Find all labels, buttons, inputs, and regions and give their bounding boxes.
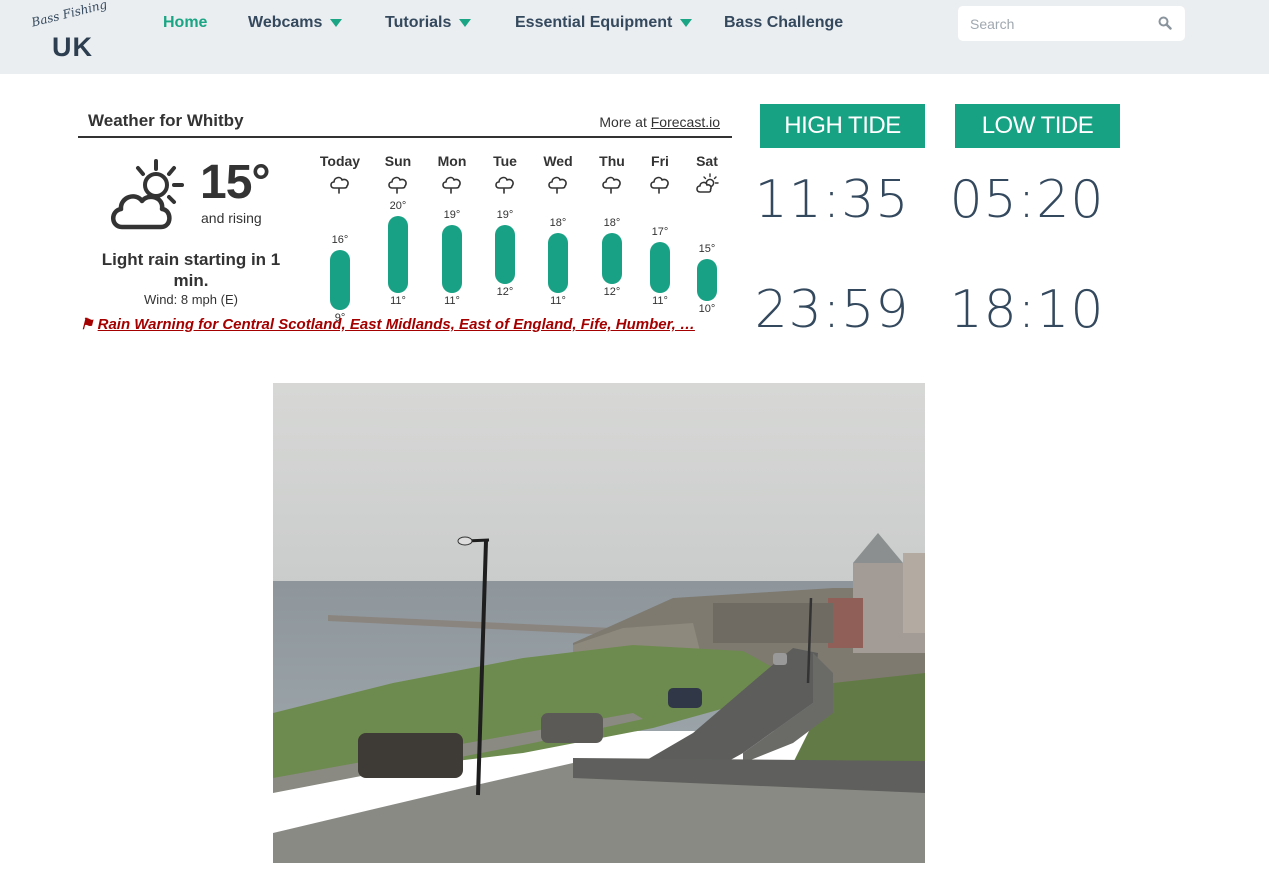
current-summary: Light rain starting in 1 min. — [101, 250, 281, 290]
high-tide-time: 11:35 — [754, 170, 910, 230]
chevron-down-icon — [330, 18, 343, 27]
current-wind: Wind: 8 mph (E) — [144, 292, 238, 307]
forecast-day: Today 16° 9° — [318, 151, 362, 324]
nav-bass-challenge-label: Bass Challenge — [724, 14, 844, 31]
forecast-high-temp: 15° — [698, 242, 716, 255]
forecast-day-name: Sun — [384, 153, 412, 169]
forecast-low-temp: 10° — [698, 303, 716, 316]
forecast-day-name: Sat — [696, 153, 718, 169]
forecast-low-temp: 11° — [444, 294, 460, 307]
forecast-high-temp: 18° — [549, 217, 567, 230]
rain-icon — [548, 176, 567, 194]
low-tide-time: 05:20 — [949, 170, 1105, 230]
low-tide-time: 18:10 — [949, 280, 1105, 340]
temperature-range-bar — [548, 233, 568, 293]
partly-cloudy-day-icon — [696, 173, 719, 193]
nav-webcams-label: Webcams — [248, 14, 323, 31]
forecast-day: Tue 19° 12° — [483, 151, 527, 321]
forecast-high-temp: 16° — [331, 234, 349, 247]
temperature-range-bar — [388, 216, 408, 293]
temperature-range-bar — [330, 250, 350, 310]
weather-widget: Weather for Whitby More at Forecast.io 1… — [78, 103, 732, 338]
rain-icon — [650, 176, 669, 194]
forecast-io-link[interactable]: Forecast.io — [651, 114, 720, 130]
weather-title: Weather for Whitby — [88, 111, 244, 130]
weather-more-prefix: More at — [599, 114, 651, 130]
temperature-trend: and rising — [201, 210, 262, 226]
low-tide-label: LOW TIDE — [955, 104, 1120, 148]
forecast-low-temp: 11° — [550, 294, 566, 307]
forecast-day: Fri 17° 11° — [638, 151, 682, 321]
high-tide-time: 23:59 — [754, 280, 910, 340]
nav-home[interactable]: Home — [163, 14, 207, 34]
forecast-high-temp: 19° — [496, 208, 514, 221]
forecast-day-name: Wed — [543, 153, 573, 169]
forecast-day: Sat 15° 10° — [685, 151, 729, 321]
weather-alert-text: Rain Warning for Central Scotland, East … — [97, 316, 695, 333]
rain-icon — [388, 176, 407, 194]
forecast-high-temp: 19° — [443, 208, 461, 221]
temperature-range-bar — [602, 233, 622, 285]
forecast-day-name: Fri — [651, 153, 669, 169]
nav-essential-equipment-label: Essential Equipment — [515, 14, 673, 31]
forecast-high-temp: 20° — [389, 200, 407, 213]
search-input[interactable] — [958, 6, 1185, 41]
forecast-day: Wed 18° 11° — [536, 151, 580, 321]
rain-icon — [495, 176, 514, 194]
nav-essential-equipment[interactable]: Essential Equipment — [515, 14, 693, 34]
rain-icon — [602, 176, 621, 194]
forecast-day-name: Tue — [493, 153, 517, 169]
search-icon[interactable] — [1158, 16, 1172, 30]
nav-bass-challenge[interactable]: Bass Challenge — [724, 14, 843, 34]
chevron-down-icon — [459, 18, 472, 27]
forecast-day: Thu 18° 12° — [590, 151, 634, 321]
flag-icon: ⚑ — [80, 316, 94, 333]
forecast-low-temp: 12° — [496, 286, 514, 299]
weather-divider — [78, 136, 732, 138]
partly-cloudy-day-icon — [111, 159, 184, 230]
forecast-low-temp: 11° — [390, 294, 406, 307]
rain-icon — [442, 176, 461, 194]
temperature-range-bar — [650, 241, 670, 293]
temperature-range-bar — [495, 224, 515, 285]
webcam-image — [273, 383, 925, 863]
forecast-low-temp: 11° — [652, 294, 668, 307]
nav-tutorials[interactable]: Tutorials — [385, 14, 472, 34]
forecast-day: Sun 20° 11° — [376, 151, 420, 321]
current-temperature: 15° — [200, 156, 271, 209]
forecast-high-temp: 18° — [603, 217, 621, 230]
forecast-low-temp: 12° — [603, 286, 621, 299]
temperature-range-bar — [442, 224, 462, 293]
weather-more-link-container: More at Forecast.io — [599, 114, 720, 130]
webcam-scene — [273, 383, 925, 863]
forecast-day-name: Mon — [437, 153, 467, 169]
nav-tutorials-label: Tutorials — [385, 14, 452, 31]
nav-home-label: Home — [163, 14, 208, 31]
rain-icon — [330, 176, 349, 194]
forecast-day-name: Thu — [599, 153, 625, 169]
weather-alert-link[interactable]: ⚑ Rain Warning for Central Scotland, Eas… — [80, 315, 732, 333]
high-tide-label: HIGH TIDE — [760, 104, 925, 148]
site-header: Bass Fishing UK Home Webcams Tutorials E… — [0, 0, 1269, 74]
forecast-day: Mon 19° 11° — [430, 151, 474, 321]
temperature-range-bar — [697, 258, 717, 302]
nav-webcams[interactable]: Webcams — [248, 14, 343, 34]
forecast-day-name: Today — [319, 153, 361, 169]
site-logo[interactable]: Bass Fishing UK — [28, 0, 118, 62]
chevron-down-icon — [680, 18, 693, 27]
logo-main-text: UK — [52, 32, 93, 62]
logo-script-text: Bass Fishing — [30, 0, 109, 30]
forecast-high-temp: 17° — [651, 225, 669, 238]
